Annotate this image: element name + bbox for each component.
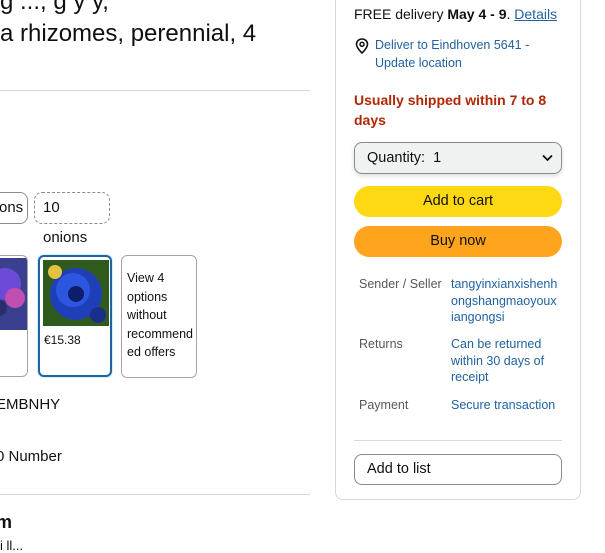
returns-link[interactable]: Can be returned within 30 days of receip… — [451, 336, 544, 386]
product-title-line2: a rhizomes, perennial, 4 — [0, 20, 257, 47]
seller-link[interactable]: tangyinxianxishenh ongshangmaoyoux iango… — [451, 276, 557, 326]
location-line2: Update location — [375, 56, 462, 70]
quantity-label: Quantity: — [367, 150, 426, 166]
option-label: 10 onions — [43, 199, 88, 246]
swatch-price: €15.38 — [44, 333, 81, 347]
brand-fragment: EMBNHY — [0, 396, 61, 413]
section-heading-fragment: m — [0, 512, 13, 532]
shipping-line1: Usually shipped within 7 to 8 — [354, 92, 547, 108]
quantity-select[interactable]: Quantity: 1 — [354, 142, 562, 174]
delivery-prefix: FREE delivery — [354, 6, 448, 22]
details-link[interactable]: Details — [514, 6, 557, 22]
returns-label: Returns — [359, 337, 403, 351]
shipping-notice: Usually shipped within 7 to 8 days — [354, 90, 546, 130]
seller-label: Sender / Seller — [359, 277, 442, 291]
quantity-value: 1 — [433, 150, 442, 166]
returns-line: Can be returned — [451, 337, 542, 351]
divider — [0, 494, 310, 495]
number-fragment: 0 Number — [0, 448, 62, 465]
payment-label: Payment — [359, 398, 409, 412]
option-button-partial[interactable]: ons — [0, 192, 28, 224]
seller-name-line: tangyinxianxishenh — [451, 277, 558, 291]
view-options-link[interactable]: View 4 options without recommend ed offe… — [121, 255, 197, 378]
payment-link[interactable]: Secure transaction — [451, 397, 555, 414]
shipping-line2: days — [354, 112, 386, 128]
seller-name-line: ongshangmaoyoux — [451, 293, 557, 308]
product-title: g ..., g y y, a rhizomes, perennial, 4 — [0, 0, 256, 50]
returns-line: receipt — [451, 370, 489, 384]
returns-line: within 30 days of — [451, 353, 545, 368]
update-location-link[interactable]: Deliver to Eindhoven 5641 - Update locat… — [375, 36, 529, 72]
variant-swatch-selected[interactable]: €15.38 — [38, 255, 112, 377]
option-label: ons — [0, 199, 24, 216]
add-to-list-button[interactable]: Add to list — [354, 454, 562, 485]
delivery-date: May 4 - 9 — [447, 6, 507, 22]
product-thumbnail — [0, 258, 27, 330]
location-pin-icon — [355, 38, 369, 59]
delivery-info: FREE delivery May 4 - 9. Details — [354, 5, 557, 23]
product-title-line1: g ..., g y y, — [0, 0, 109, 15]
option-button-10-onions[interactable]: 10 onions — [34, 192, 110, 246]
location-line1: Deliver to Eindhoven 5641 - — [375, 38, 530, 52]
product-thumbnail — [43, 260, 109, 326]
body-text-fragment: i ll... — [0, 538, 24, 553]
add-to-cart-button[interactable]: Add to cart — [354, 186, 562, 217]
variant-swatch-partial[interactable] — [0, 255, 28, 377]
view-options-text: View 4 options without recommend ed offe… — [127, 271, 193, 359]
chevron-down-icon — [542, 154, 553, 162]
divider — [0, 90, 310, 91]
buy-now-button[interactable]: Buy now — [354, 226, 562, 257]
seller-name-line: iangongsi — [451, 310, 505, 324]
divider — [354, 440, 562, 441]
